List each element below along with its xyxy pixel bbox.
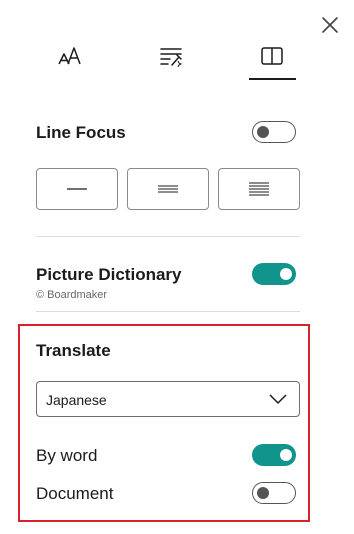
by-word-toggle[interactable] bbox=[252, 444, 296, 466]
five-lines-icon bbox=[249, 182, 269, 196]
divider bbox=[36, 236, 300, 237]
selected-tab-indicator bbox=[249, 78, 296, 80]
translate-title: Translate bbox=[36, 341, 111, 360]
tab-text-size[interactable] bbox=[45, 38, 95, 74]
picture-dictionary-title: Picture Dictionary bbox=[36, 265, 182, 284]
one-line-icon bbox=[67, 188, 87, 190]
language-select-value: Japanese bbox=[46, 392, 107, 408]
tab-text-format[interactable] bbox=[146, 38, 196, 74]
close-button[interactable] bbox=[317, 12, 343, 38]
document-label: Document bbox=[36, 484, 114, 503]
line-focus-toggle[interactable] bbox=[252, 121, 296, 143]
reading-preferences-icon bbox=[261, 47, 283, 65]
language-select[interactable]: Japanese bbox=[36, 381, 300, 417]
toggle-knob bbox=[257, 126, 269, 138]
by-word-label: By word bbox=[36, 446, 98, 465]
toggle-knob bbox=[280, 268, 292, 280]
document-toggle[interactable] bbox=[252, 482, 296, 504]
picture-dictionary-credit: © Boardmaker bbox=[36, 289, 108, 301]
line-focus-five-lines-button[interactable] bbox=[218, 168, 300, 210]
chevron-down-icon bbox=[269, 394, 287, 404]
line-focus-title: Line Focus bbox=[36, 123, 126, 142]
text-format-icon bbox=[160, 48, 183, 67]
toggle-knob bbox=[257, 487, 269, 499]
picture-dictionary-toggle[interactable] bbox=[252, 263, 296, 285]
close-icon bbox=[322, 17, 338, 33]
toggle-knob bbox=[280, 449, 292, 461]
divider bbox=[36, 311, 300, 312]
text-size-icon bbox=[58, 47, 81, 65]
line-focus-three-lines-button[interactable] bbox=[127, 168, 209, 210]
three-lines-icon bbox=[158, 185, 178, 193]
tab-reading-preferences[interactable] bbox=[247, 38, 297, 74]
line-focus-one-line-button[interactable] bbox=[36, 168, 118, 210]
